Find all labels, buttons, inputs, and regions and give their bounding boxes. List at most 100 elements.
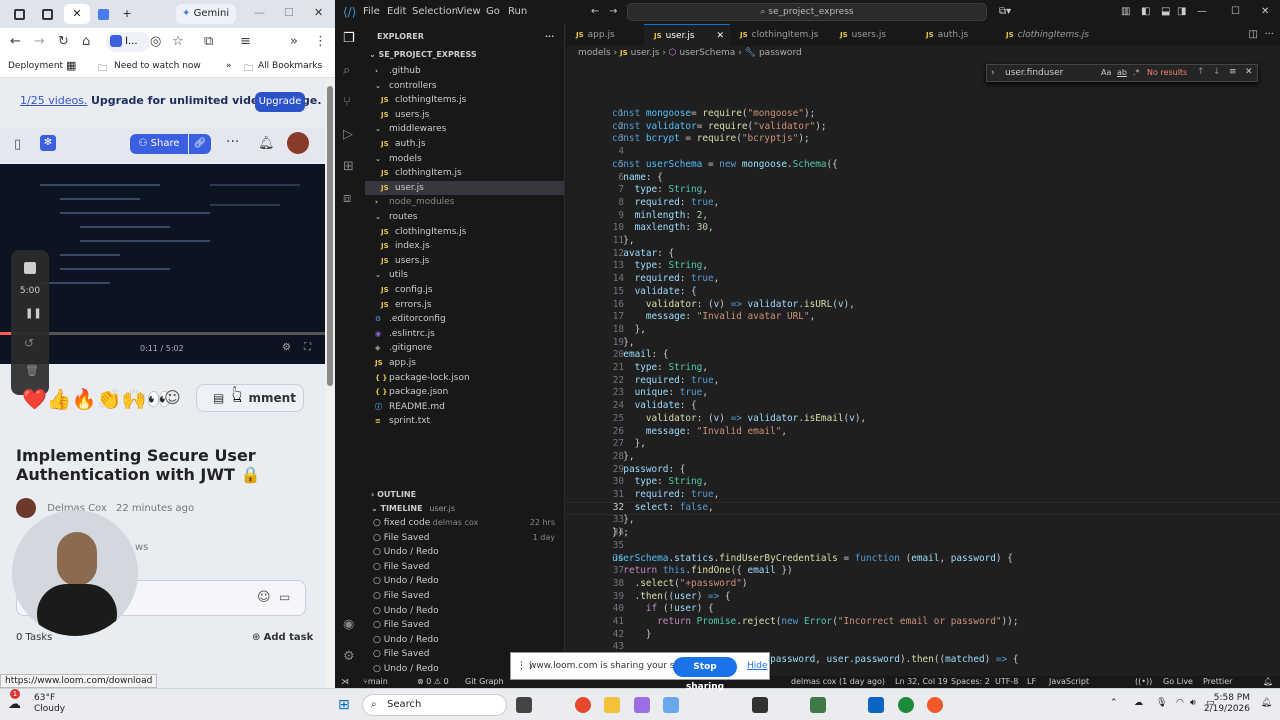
back-icon[interactable]: ← — [10, 34, 21, 50]
toggle-sidebar-icon[interactable]: ◧ — [1141, 6, 1150, 17]
notifications-bell-icon[interactable]: 🔔︎ — [1263, 676, 1273, 688]
hide-share-bar-link[interactable]: Hide — [747, 661, 768, 671]
browser-tab-1[interactable] — [8, 4, 30, 24]
tree-item[interactable]: JS clothingItem.js — [365, 166, 564, 180]
menu-view[interactable]: View — [457, 6, 481, 17]
timeline-item[interactable]: ○ Undo / Redo — [373, 604, 561, 618]
sidebar-toggle-icon[interactable]: ▯ — [14, 137, 21, 152]
stop-recording-icon[interactable] — [24, 262, 36, 274]
editor-tab[interactable]: JS users.js — [830, 24, 916, 46]
app-icon[interactable] — [810, 697, 826, 713]
cursor-position[interactable]: Ln 32, Col 19 — [895, 676, 948, 688]
close-window-icon[interactable]: ✕ — [314, 6, 323, 19]
layout-icon[interactable]: ▥ — [1121, 6, 1130, 17]
match-case-icon[interactable]: Aa — [1101, 68, 1111, 77]
weather-widget[interactable]: 1 ☁ 63°F Cloudy — [8, 689, 65, 715]
nav-forward-icon[interactable]: → — [609, 6, 617, 17]
project-root[interactable]: ⌄ SE_PROJECT_EXPRESS — [369, 50, 477, 59]
tree-item[interactable]: ⌄ middlewares — [365, 122, 564, 136]
tree-item[interactable]: ◉ .eslintrc.js — [365, 327, 564, 341]
timeline-item[interactable]: ○ Undo / Redo — [373, 633, 561, 647]
source-control-icon[interactable]: ⑂ — [343, 96, 357, 110]
tree-item[interactable]: › .github — [365, 64, 564, 78]
new-tab-button[interactable]: + — [116, 4, 138, 24]
tray-chevron-icon[interactable]: ⌃ — [1110, 698, 1118, 708]
menu-edit[interactable]: Edit — [387, 6, 406, 17]
address-bar[interactable]: l... — [106, 32, 150, 52]
taskbar-search[interactable]: ⌕ Search — [362, 694, 507, 716]
tree-item[interactable]: { } package.json — [365, 385, 564, 399]
apps-grid-icon[interactable]: ▦ — [66, 59, 76, 72]
code-editor[interactable]: 1 const mongoose= require("mongoose"); 2 co… — [566, 82, 1280, 691]
timeline-item[interactable]: ○ Undo / Redo — [373, 545, 561, 559]
previous-match-icon[interactable]: ↑ — [1197, 67, 1205, 77]
menu-run[interactable]: Run — [508, 6, 527, 17]
gemini-tab[interactable]: ✦ Gemini — [176, 4, 236, 24]
encoding-status[interactable]: UTF-8 — [995, 676, 1018, 688]
copilot-icon[interactable]: ⧉▾ — [999, 6, 1011, 17]
comment-button[interactable]: ▤ mment — [196, 384, 304, 412]
reading-list-icon[interactable]: ≡ — [240, 34, 251, 50]
language-status[interactable]: JavaScript — [1049, 676, 1089, 688]
all-bookmarks[interactable]: All Bookmarks — [258, 61, 322, 71]
timeline-item[interactable]: ○ File Saved — [373, 589, 561, 603]
timeline-item[interactable]: ○ File Saved — [373, 618, 561, 632]
extensions-icon[interactable]: ⊞ — [343, 160, 357, 174]
explorer-more-icon[interactable]: ··· — [545, 32, 554, 41]
settings-gear-icon[interactable]: ⚙ — [343, 650, 357, 664]
tree-item[interactable]: ◆ .gitignore — [365, 341, 564, 355]
windows-start-icon[interactable]: ⊞ — [338, 697, 350, 713]
system-clock[interactable]: 5:58 PM 2/19/2026 — [1204, 693, 1250, 715]
find-in-selection-icon[interactable]: ≡ — [1229, 67, 1237, 77]
tree-item[interactable]: JS errors.js — [365, 298, 564, 312]
app-icon[interactable] — [927, 697, 943, 713]
app-icon[interactable] — [634, 697, 650, 713]
breadcrumb-models[interactable]: models — [578, 48, 611, 58]
bookmark-deployment[interactable]: Deployment — [8, 61, 63, 71]
run-debug-icon[interactable]: ▷ — [343, 128, 357, 142]
git-blame-status[interactable]: delmas cox (1 day ago) — [791, 676, 885, 688]
bookmarks-overflow-icon[interactable]: » — [226, 61, 232, 71]
command-center-search[interactable]: ⌕ se_project_express — [627, 3, 987, 21]
home-icon[interactable]: ⌂ — [82, 34, 90, 50]
reaction-bar[interactable]: ❤️👍🔥👏🙌👀 — [22, 386, 171, 412]
tree-item[interactable]: ⚙ .editorconfig — [365, 312, 564, 326]
tree-item[interactable]: JS index.js — [365, 239, 564, 253]
prettier-status[interactable]: Prettier — [1203, 676, 1232, 688]
app-icon[interactable] — [898, 697, 914, 713]
close-tab-icon[interactable]: ✕ — [72, 7, 81, 20]
problems-status[interactable]: ⊗ 0 ⚠ 0 — [417, 676, 449, 688]
tree-item[interactable]: JS clothingItems.js — [365, 93, 564, 107]
remote-explorer-icon[interactable]: ⧈ — [343, 192, 357, 206]
timeline-item[interactable]: ○ Undo / Redo — [373, 574, 561, 588]
indentation-status[interactable]: Spaces: 2 — [951, 676, 990, 688]
add-emoji-icon[interactable]: ☺ — [164, 388, 181, 407]
breadcrumb-file[interactable]: user.js — [631, 48, 660, 58]
vscode-taskbar-icon[interactable] — [868, 697, 884, 713]
terminal-icon[interactable] — [752, 697, 768, 713]
more-chevron-icon[interactable]: » — [290, 34, 298, 50]
restart-icon[interactable]: ↺ — [24, 336, 34, 350]
search-icon[interactable]: ⌕ — [343, 64, 357, 78]
timeline-item[interactable]: ○ fixed code delmas cox 22 hrs — [373, 516, 561, 530]
eol-status[interactable]: LF — [1027, 676, 1036, 688]
toggle-replace-icon[interactable]: › — [991, 68, 995, 78]
minimize-icon[interactable]: — — [1197, 6, 1207, 17]
explorer-files-icon[interactable]: ❐ — [343, 32, 357, 46]
notification-center-icon[interactable]: 🔔︎ — [1261, 698, 1272, 708]
video-camera-icon[interactable]: ▭ — [279, 590, 290, 604]
video-count-link[interactable]: 1/25 videos. — [20, 94, 87, 107]
remote-icon[interactable]: ⋊ — [341, 676, 349, 688]
chrome-icon[interactable] — [575, 697, 591, 713]
tree-item[interactable]: JS users.js — [365, 108, 564, 122]
tree-item[interactable]: ⌄ models — [365, 152, 564, 166]
browser-menu-icon[interactable]: ⋮ — [314, 34, 327, 50]
share-button[interactable]: ⚇ Share — [130, 134, 188, 154]
mic-icon[interactable]: 🎙︎ — [1156, 698, 1167, 708]
account-icon[interactable]: ◉ — [343, 618, 357, 632]
pause-icon[interactable]: ❚❚ — [25, 308, 42, 319]
nav-back-icon[interactable]: ← — [591, 6, 599, 17]
more-options-icon[interactable]: ··· — [226, 134, 239, 150]
timeline-section[interactable]: ⌄ TIMELINE user.js — [371, 504, 455, 513]
upgrade-button[interactable]: Upgrade — [255, 92, 305, 112]
